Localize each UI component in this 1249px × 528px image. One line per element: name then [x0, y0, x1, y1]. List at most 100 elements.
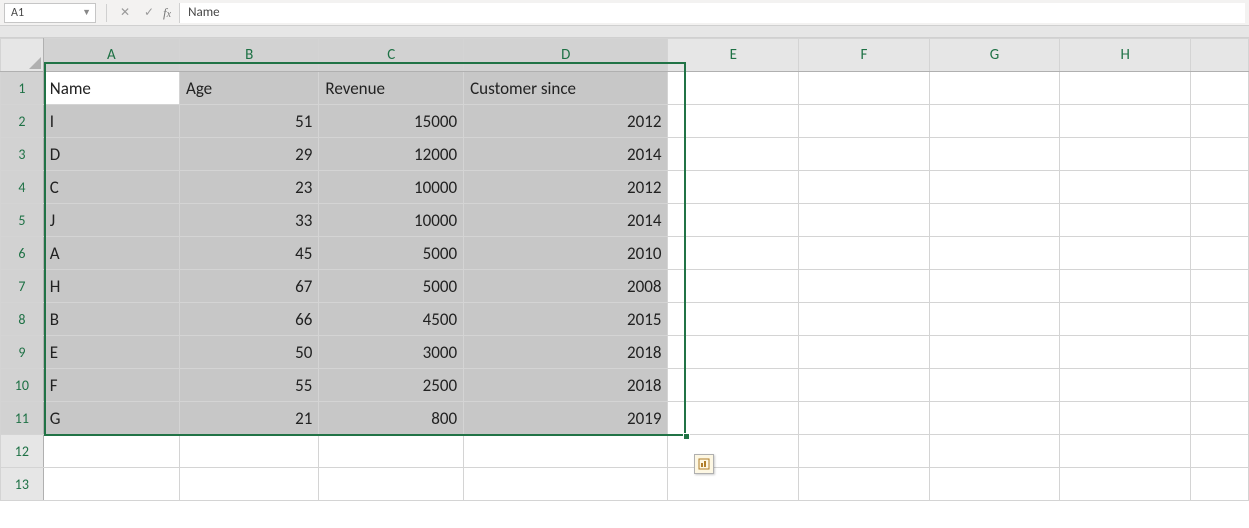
cell[interactable] [668, 72, 799, 105]
cell[interactable]: 12000 [319, 138, 464, 171]
cell[interactable] [1191, 138, 1249, 171]
cell[interactable]: C [43, 171, 179, 204]
select-all-corner[interactable] [1, 39, 44, 72]
cell[interactable] [929, 270, 1060, 303]
cell[interactable] [1191, 468, 1249, 501]
cell[interactable] [1191, 171, 1249, 204]
row-header[interactable]: 8 [1, 303, 44, 336]
cell[interactable] [1191, 72, 1249, 105]
cell[interactable] [929, 204, 1060, 237]
cell[interactable]: E [43, 336, 179, 369]
cell[interactable]: 3000 [319, 336, 464, 369]
cell[interactable]: 5000 [319, 237, 464, 270]
cell[interactable] [799, 171, 930, 204]
cell[interactable] [929, 138, 1060, 171]
cell[interactable] [929, 402, 1060, 435]
cell[interactable] [668, 171, 799, 204]
cell[interactable] [1060, 237, 1191, 270]
cell[interactable] [929, 105, 1060, 138]
cell[interactable] [668, 402, 799, 435]
col-header-B[interactable]: B [179, 39, 318, 72]
cell[interactable]: 2010 [464, 237, 668, 270]
cell[interactable] [1191, 402, 1249, 435]
cell[interactable] [319, 435, 464, 468]
row-header[interactable]: 7 [1, 270, 44, 303]
row-header[interactable]: 10 [1, 369, 44, 402]
cell[interactable] [1060, 402, 1191, 435]
cell[interactable] [929, 72, 1060, 105]
cell[interactable]: 45 [179, 237, 318, 270]
cell[interactable]: D [43, 138, 179, 171]
cell[interactable] [929, 336, 1060, 369]
cell[interactable]: 2012 [464, 171, 668, 204]
cell[interactable] [799, 138, 930, 171]
row-header[interactable]: 2 [1, 105, 44, 138]
cell[interactable] [1191, 237, 1249, 270]
cell[interactable] [1060, 204, 1191, 237]
row-header[interactable]: 3 [1, 138, 44, 171]
row-header[interactable]: 1 [1, 72, 44, 105]
cell[interactable]: I [43, 105, 179, 138]
cell[interactable]: 2014 [464, 204, 668, 237]
col-header-extra[interactable] [1191, 39, 1249, 72]
cell[interactable] [43, 468, 179, 501]
cell[interactable] [464, 435, 668, 468]
col-header-F[interactable]: F [799, 39, 930, 72]
cell[interactable]: 10000 [319, 204, 464, 237]
cell[interactable]: 2018 [464, 369, 668, 402]
cell[interactable]: G [43, 402, 179, 435]
row-header[interactable]: 9 [1, 336, 44, 369]
cell[interactable]: 10000 [319, 171, 464, 204]
cell[interactable] [929, 171, 1060, 204]
cell[interactable]: Customer since [464, 72, 668, 105]
cell[interactable] [1191, 270, 1249, 303]
cell[interactable] [799, 237, 930, 270]
cell[interactable] [1060, 303, 1191, 336]
cell[interactable]: 51 [179, 105, 318, 138]
cell[interactable] [668, 138, 799, 171]
cell[interactable]: 50 [179, 336, 318, 369]
cell[interactable] [1191, 435, 1249, 468]
fx-icon[interactable]: fx [163, 5, 171, 21]
cell[interactable] [319, 468, 464, 501]
cell[interactable]: H [43, 270, 179, 303]
cell[interactable] [799, 270, 930, 303]
cell[interactable]: 800 [319, 402, 464, 435]
cell[interactable]: 2018 [464, 336, 668, 369]
cell[interactable]: B [43, 303, 179, 336]
row-header[interactable]: 5 [1, 204, 44, 237]
cell[interactable]: 21 [179, 402, 318, 435]
cell[interactable] [1060, 270, 1191, 303]
row-header[interactable]: 13 [1, 468, 44, 501]
cell[interactable] [799, 435, 930, 468]
col-header-E[interactable]: E [668, 39, 799, 72]
cell[interactable] [1060, 105, 1191, 138]
cell[interactable]: 2008 [464, 270, 668, 303]
cancel-icon[interactable]: ✕ [115, 3, 135, 23]
cell[interactable]: 5000 [319, 270, 464, 303]
cell[interactable] [464, 468, 668, 501]
cell[interactable]: 33 [179, 204, 318, 237]
cell[interactable]: 2015 [464, 303, 668, 336]
cell[interactable] [1191, 369, 1249, 402]
row-header[interactable]: 4 [1, 171, 44, 204]
quick-analysis-icon[interactable] [694, 454, 714, 474]
enter-icon[interactable]: ✓ [139, 3, 159, 23]
cell[interactable]: 67 [179, 270, 318, 303]
cell[interactable] [668, 237, 799, 270]
cell[interactable] [1060, 468, 1191, 501]
cell[interactable]: 4500 [319, 303, 464, 336]
cell[interactable]: Name [43, 72, 179, 105]
col-header-G[interactable]: G [929, 39, 1060, 72]
cell[interactable] [799, 402, 930, 435]
cell[interactable]: A [43, 237, 179, 270]
spreadsheet-grid[interactable]: A B C D E F G H 1 Name Age Revenue Custo… [0, 38, 1249, 501]
cell[interactable]: 2500 [319, 369, 464, 402]
cell[interactable] [668, 105, 799, 138]
name-box[interactable]: A1 ▼ [4, 3, 96, 23]
cell[interactable] [1191, 303, 1249, 336]
cell[interactable] [668, 204, 799, 237]
cell[interactable] [929, 303, 1060, 336]
cell[interactable]: 2012 [464, 105, 668, 138]
cell[interactable] [799, 369, 930, 402]
